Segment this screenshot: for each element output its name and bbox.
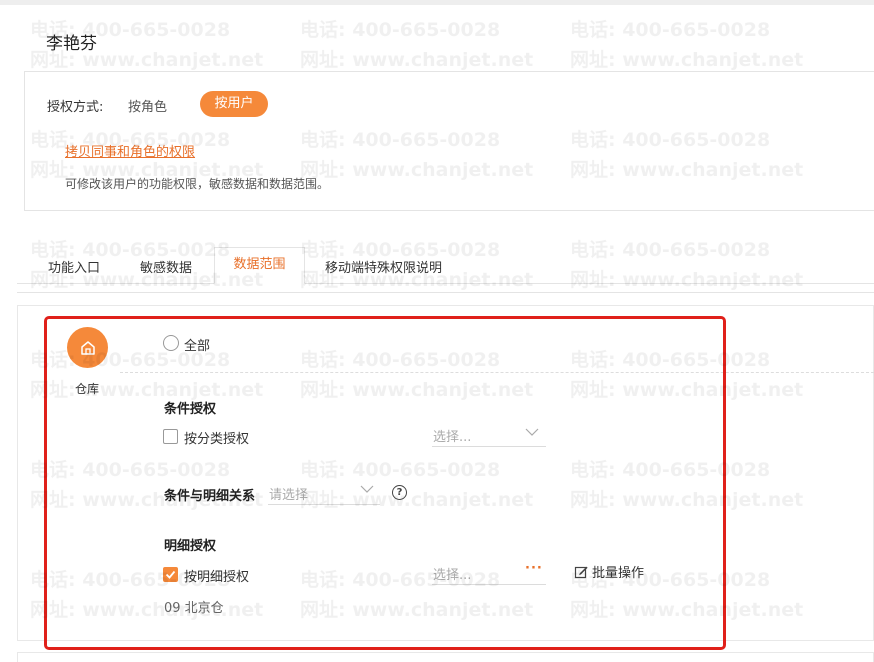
page-title: 李艳芬 — [46, 34, 97, 54]
highlight-box — [44, 316, 726, 650]
watermark-text: 电话: 400-665-0028网址: www.chanjet.net — [300, 19, 534, 71]
copy-permissions-link[interactable]: 拷贝同事和角色的权限 — [65, 141, 195, 160]
auth-by-role-option[interactable]: 按角色 — [128, 96, 167, 115]
watermark-text: 电话: 400-665-0028网址: www.chanjet.net — [570, 19, 804, 71]
tab-data-scope[interactable]: 数据范围 — [214, 247, 305, 284]
permission-tabs: 功能入口 敏感数据 数据范围 移动端特殊权限说明 — [17, 247, 874, 293]
tab-sensitive-data[interactable]: 敏感数据 — [140, 257, 192, 276]
tabs-divider-lower — [17, 292, 874, 293]
top-bar — [0, 0, 874, 5]
next-panel-edge — [17, 652, 874, 662]
auth-method-label: 授权方式: — [47, 100, 104, 115]
tabs-divider — [17, 283, 874, 284]
auth-description: 可修改该用户的功能权限，敏感数据和数据范围。 — [65, 177, 330, 191]
tab-mobile-permissions[interactable]: 移动端特殊权限说明 — [325, 257, 442, 276]
auth-method-box: 授权方式: 按角色 按用户 拷贝同事和角色的权限 可修改该用户的功能权限，敏感数… — [24, 71, 874, 211]
tab-function-entry[interactable]: 功能入口 — [48, 257, 100, 276]
auth-by-user-option[interactable]: 按用户 — [200, 91, 268, 117]
